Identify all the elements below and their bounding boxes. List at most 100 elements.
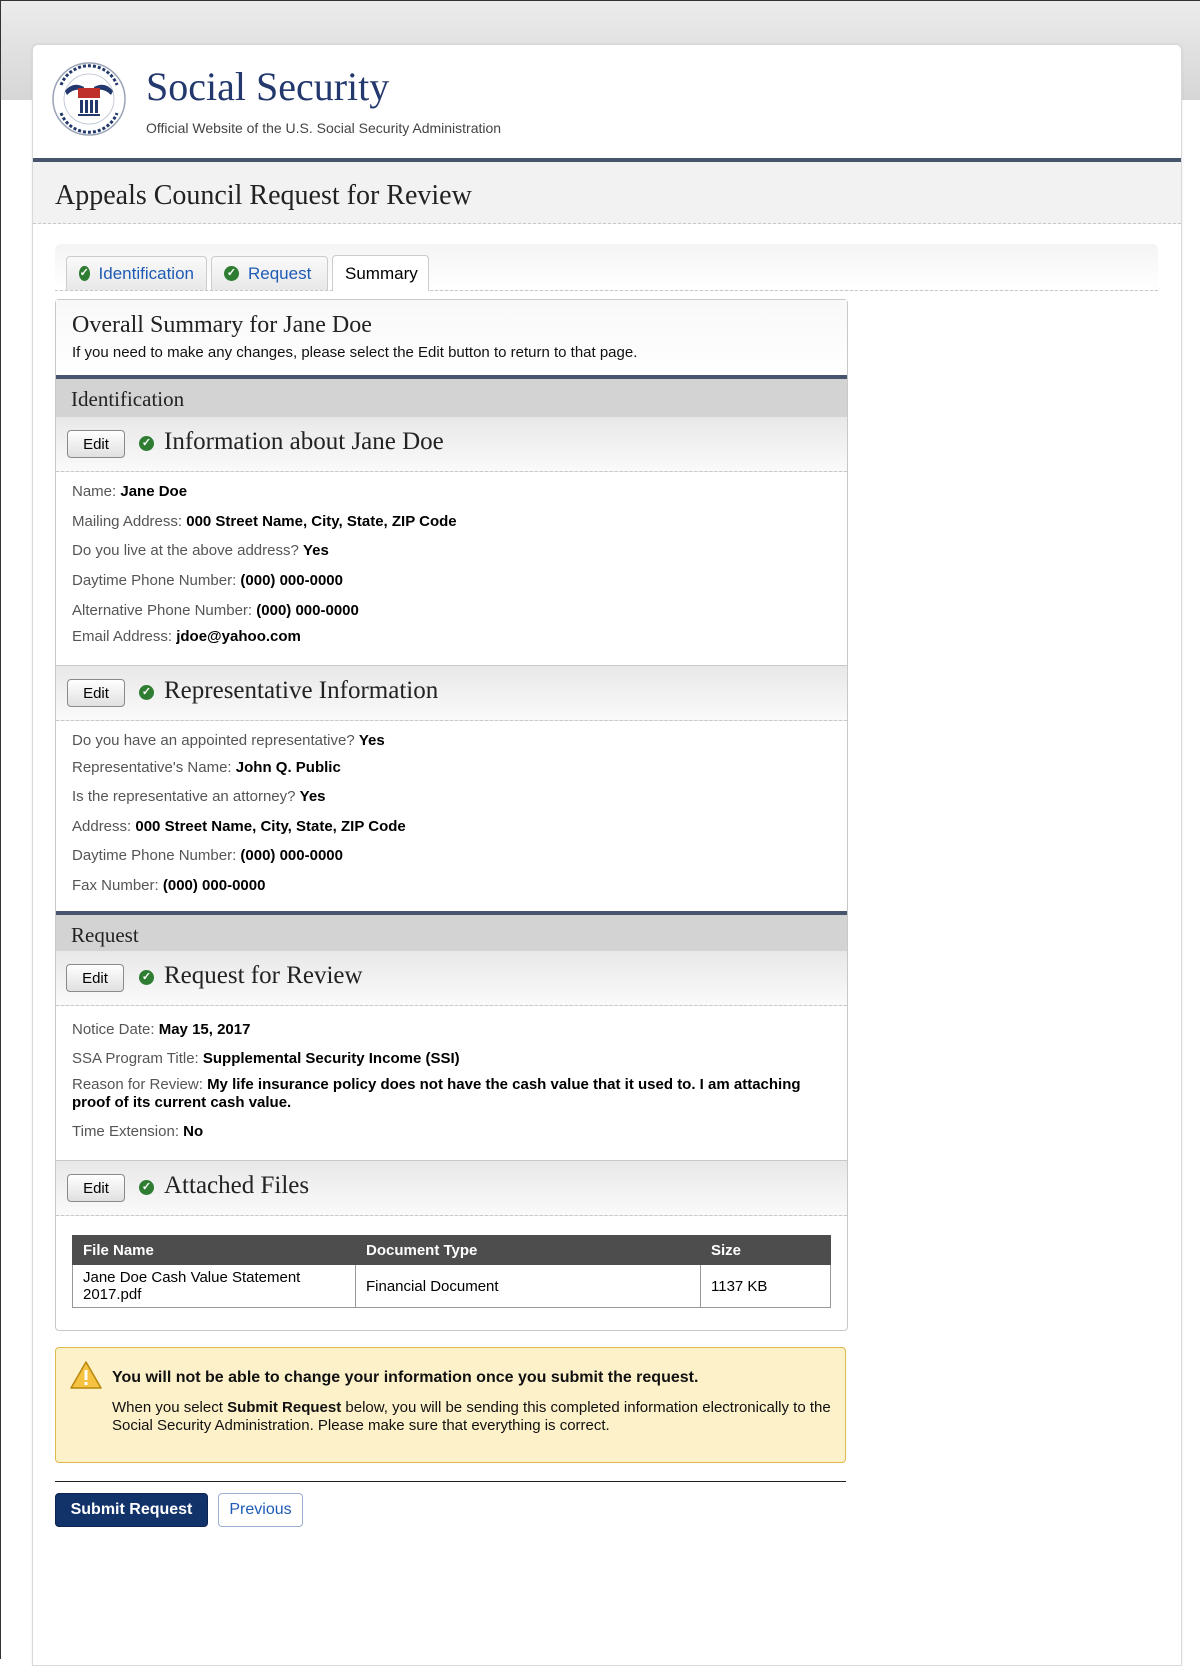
field-value: (000) 000-0000 <box>162 877 266 894</box>
field-value: Yes <box>302 542 329 559</box>
tab-label: Request <box>248 263 312 283</box>
summary-instructions: If you need to make any changes, please … <box>72 344 638 361</box>
field-value: May 15, 2017 <box>158 1021 251 1038</box>
submit-request-button[interactable]: Submit Request <box>55 1493 208 1527</box>
field-label: Representative's Name: <box>72 759 236 776</box>
subhead-title: Information about Jane Doe <box>164 428 444 455</box>
tab-summary[interactable]: Summary <box>332 255 429 291</box>
subhead-title: Attached Files <box>164 1172 310 1199</box>
section-title: Identification <box>71 387 185 411</box>
warning-body: When you select Submit Request below, yo… <box>112 1399 842 1435</box>
field-value: (000) 000-0000 <box>256 602 359 619</box>
field-value: 000 Street Name, City, State, ZIP Code <box>135 818 406 835</box>
page-container: Social Security Official Website of the … <box>32 44 1182 1666</box>
frame-top-line <box>0 0 1200 1</box>
check-circle-icon: ✓ <box>139 1180 154 1195</box>
subhead-request-review: Edit ✓ Request for Review <box>56 951 847 1006</box>
field-daytime-phone: Daytime Phone Number: (000) 000-0000 <box>72 572 832 589</box>
summary-header: Overall Summary for Jane Doe If you need… <box>56 300 847 379</box>
request-fields: Notice Date: May 15, 2017 SSA Program Ti… <box>56 1006 847 1161</box>
tab-label: Identification <box>98 263 194 283</box>
tab-strip: ✓ Identification ✓ Request Summary <box>55 244 1158 291</box>
field-alternative-phone: Alternative Phone Number: (000) 000-0000 <box>72 602 832 619</box>
field-value: Yes <box>299 788 326 805</box>
field-label: Do you have an appointed representative? <box>72 732 359 749</box>
field-value: jdoe@yahoo.com <box>176 628 301 645</box>
information-fields: Name: Jane Doe Mailing Address: 000 Stre… <box>56 472 847 666</box>
field-notice-date: Notice Date: May 15, 2017 <box>72 1021 832 1038</box>
section-title: Request <box>71 923 139 947</box>
check-circle-icon: ✓ <box>139 436 154 451</box>
field-value: Yes <box>358 732 385 749</box>
check-circle-icon: ✓ <box>79 266 90 281</box>
field-label: Name: <box>72 483 121 500</box>
subhead-title: Representative Information <box>164 677 439 704</box>
tab-request[interactable]: ✓ Request <box>211 256 328 290</box>
field-value: Supplemental Security Income (SSI) <box>202 1050 460 1067</box>
field-label: Email Address: <box>72 628 177 645</box>
field-time-extension: Time Extension: No <box>72 1123 832 1140</box>
warning-icon <box>70 1361 102 1389</box>
tab-label: Summary <box>345 263 418 283</box>
field-fax: Fax Number: (000) 000-0000 <box>72 877 832 894</box>
field-value: 000 Street Name, City, State, ZIP Code <box>186 513 457 530</box>
page-title: Appeals Council Request for Review <box>55 180 472 211</box>
field-label: Reason for Review: <box>72 1076 208 1093</box>
ssa-seal-logo <box>52 62 126 136</box>
column-header: Size <box>700 1235 831 1265</box>
check-circle-icon: ✓ <box>139 970 154 985</box>
section-request: Request <box>56 915 847 951</box>
subhead-title: Request for Review <box>164 962 363 989</box>
files-area: File Name Document Type Size Jane Doe Ca… <box>56 1216 847 1335</box>
edit-files-button[interactable]: Edit <box>67 1174 125 1202</box>
masthead: Social Security Official Website of the … <box>33 45 1181 162</box>
frame-left-line <box>0 0 1 1659</box>
check-circle-icon: ✓ <box>139 685 154 700</box>
title-bar: Appeals Council Request for Review <box>33 162 1181 224</box>
field-label: Do you live at the above address? <box>72 542 303 559</box>
warning-text: When you select <box>112 1399 228 1416</box>
field-value: No <box>183 1123 204 1140</box>
warning-bold-text: Submit Request <box>227 1399 342 1416</box>
file-name-cell: Jane Doe Cash Value Statement 2017.pdf <box>72 1264 356 1308</box>
site-title[interactable]: Social Security <box>146 63 389 110</box>
field-representative-name: Representative's Name: John Q. Public <box>72 759 832 776</box>
field-label: Time Extension: <box>72 1123 184 1140</box>
field-representative-address: Address: 000 Street Name, City, State, Z… <box>72 818 832 835</box>
field-label: SSA Program Title: <box>72 1050 203 1067</box>
field-value: John Q. Public <box>235 759 341 776</box>
document-type-cell: Financial Document <box>355 1264 701 1308</box>
summary-title: Overall Summary for Jane Doe <box>72 312 372 338</box>
field-value: Jane Doe <box>120 483 188 500</box>
subhead-attached-files: Edit ✓ Attached Files <box>56 1161 847 1216</box>
field-is-attorney: Is the representative an attorney? Yes <box>72 788 832 805</box>
attached-files-table: File Name Document Type Size Jane Doe Ca… <box>72 1235 831 1308</box>
field-value: (000) 000-0000 <box>240 847 343 864</box>
field-mailing-address: Mailing Address: 000 Street Name, City, … <box>72 513 832 530</box>
section-identification: Identification <box>56 379 847 417</box>
field-label: Is the representative an attorney? <box>72 788 300 805</box>
check-circle-icon: ✓ <box>224 266 239 281</box>
summary-panel: Overall Summary for Jane Doe If you need… <box>55 299 848 1331</box>
column-header: Document Type <box>355 1235 701 1265</box>
field-program-title: SSA Program Title: Supplemental Security… <box>72 1050 832 1067</box>
edit-representative-button[interactable]: Edit <box>67 679 125 707</box>
field-value: (000) 000-0000 <box>240 572 343 589</box>
field-label: Address: <box>72 818 136 835</box>
field-label: Mailing Address: <box>72 513 187 530</box>
file-size-cell: 1137 KB <box>700 1264 831 1308</box>
field-label: Daytime Phone Number: <box>72 847 241 864</box>
representative-fields: Do you have an appointed representative?… <box>56 721 847 915</box>
field-live-at-address: Do you live at the above address? Yes <box>72 542 832 559</box>
field-label: Alternative Phone Number: <box>72 602 257 619</box>
subhead-representative: Edit ✓ Representative Information <box>56 666 847 721</box>
edit-information-button[interactable]: Edit <box>67 430 125 458</box>
field-has-representative: Do you have an appointed representative?… <box>72 732 832 749</box>
tab-identification[interactable]: ✓ Identification <box>66 256 207 290</box>
previous-button[interactable]: Previous <box>218 1493 303 1527</box>
edit-request-button[interactable]: Edit <box>66 964 124 992</box>
field-email: Email Address: jdoe@yahoo.com <box>72 628 832 645</box>
field-name: Name: Jane Doe <box>72 483 832 500</box>
table-row: Jane Doe Cash Value Statement 2017.pdf F… <box>72 1264 831 1308</box>
warning-alert: You will not be able to change your info… <box>55 1347 846 1463</box>
